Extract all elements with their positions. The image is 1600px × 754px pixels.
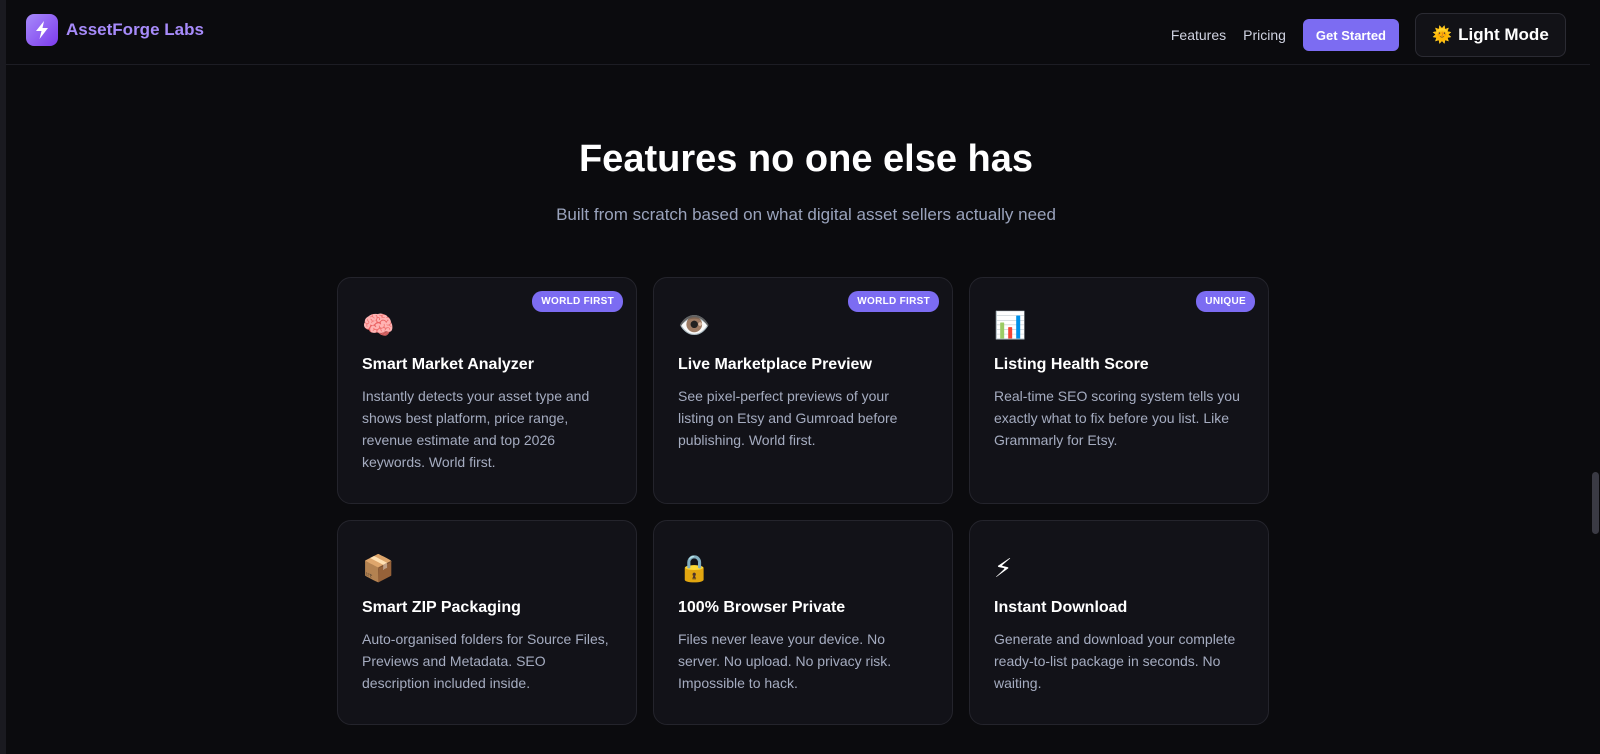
lock-icon: 🔒 xyxy=(678,553,711,583)
feature-card-listing-health-score: UNIQUE 📊 Listing Health Score Real-time … xyxy=(969,277,1269,504)
lightning-logo-icon xyxy=(26,14,58,46)
feature-card-browser-private: 🔒 100% Browser Private Files never leave… xyxy=(653,520,953,725)
nav-link-features[interactable]: Features xyxy=(1171,27,1226,43)
top-navbar: AssetForge Labs Features Pricing Get Sta… xyxy=(6,0,1600,65)
world-first-badge: WORLD FIRST xyxy=(848,291,939,312)
feature-card-instant-download: ⚡ Instant Download Generate and download… xyxy=(969,520,1269,725)
feature-title: 100% Browser Private xyxy=(678,599,846,616)
feature-card-smart-market-analyzer: WORLD FIRST 🧠 Smart Market Analyzer Inst… xyxy=(337,277,637,504)
feature-description: Instantly detects your asset type and sh… xyxy=(362,388,590,470)
brain-icon: 🧠 xyxy=(362,310,395,340)
feature-title: Listing Health Score xyxy=(994,356,1149,373)
sun-icon: 🌞 xyxy=(1432,27,1453,44)
feature-description: Files never leave your device. No server… xyxy=(678,631,892,691)
feature-card-live-marketplace-preview: WORLD FIRST 👁️ Live Marketplace Preview … xyxy=(653,277,953,504)
package-icon: 📦 xyxy=(362,553,395,583)
feature-description: See pixel-perfect previews of your listi… xyxy=(678,388,898,448)
world-first-badge: WORLD FIRST xyxy=(532,291,623,312)
light-mode-toggle[interactable]: 🌞 Light Mode xyxy=(1415,13,1566,57)
light-mode-label: Light Mode xyxy=(1458,25,1549,44)
vertical-scrollbar[interactable] xyxy=(1590,0,1600,754)
eye-icon: 👁️ xyxy=(678,310,711,340)
unique-badge: UNIQUE xyxy=(1196,291,1255,312)
feature-description: Generate and download your complete read… xyxy=(994,631,1236,691)
features-grid: WORLD FIRST 🧠 Smart Market Analyzer Inst… xyxy=(337,277,1271,725)
bar-chart-icon: 📊 xyxy=(994,310,1027,340)
lightning-icon: ⚡ xyxy=(994,553,1013,583)
feature-card-smart-zip-packaging: 📦 Smart ZIP Packaging Auto-organised fol… xyxy=(337,520,637,725)
feature-title: Smart Market Analyzer xyxy=(362,356,534,373)
feature-title: Smart ZIP Packaging xyxy=(362,599,521,616)
feature-description: Real-time SEO scoring system tells you e… xyxy=(994,388,1240,448)
page: AssetForge Labs Features Pricing Get Sta… xyxy=(0,0,1600,754)
brand[interactable]: AssetForge Labs xyxy=(26,14,204,46)
feature-description: Auto-organised folders for Source Files,… xyxy=(362,631,609,691)
scrollbar-thumb[interactable] xyxy=(1592,472,1599,534)
nav-link-pricing[interactable]: Pricing xyxy=(1243,27,1286,43)
features-subheading: Built from scratch based on what digital… xyxy=(556,205,1056,224)
features-heading: Features no one else has xyxy=(578,138,1034,180)
feature-title: Instant Download xyxy=(994,599,1128,616)
nav-links: Features Pricing Get Started 🌞 Light Mod… xyxy=(1171,13,1566,57)
brand-name: AssetForge Labs xyxy=(66,20,204,39)
feature-title: Live Marketplace Preview xyxy=(678,356,872,373)
get-started-button[interactable]: Get Started xyxy=(1302,19,1399,51)
